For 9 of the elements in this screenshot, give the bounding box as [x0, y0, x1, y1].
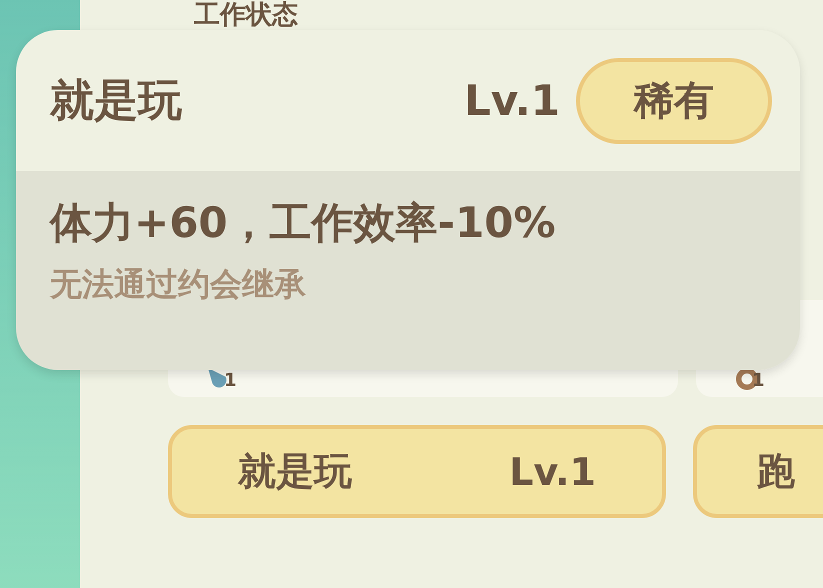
section-title: 工作状态 — [194, 0, 298, 30]
trait-button[interactable]: 跑 — [693, 425, 823, 518]
trait-name: 就是玩 — [50, 74, 182, 128]
trait-button[interactable]: 就是玩 Lv.1 — [168, 425, 666, 518]
trait-note: 无法通过约会继承 — [50, 264, 306, 305]
item-count: 1 — [224, 370, 237, 392]
trait-level: Lv.1 — [464, 76, 560, 125]
trait-effect: 体力+60，工作效率-10% — [50, 197, 556, 249]
rarity-badge: 稀有 — [576, 58, 772, 144]
